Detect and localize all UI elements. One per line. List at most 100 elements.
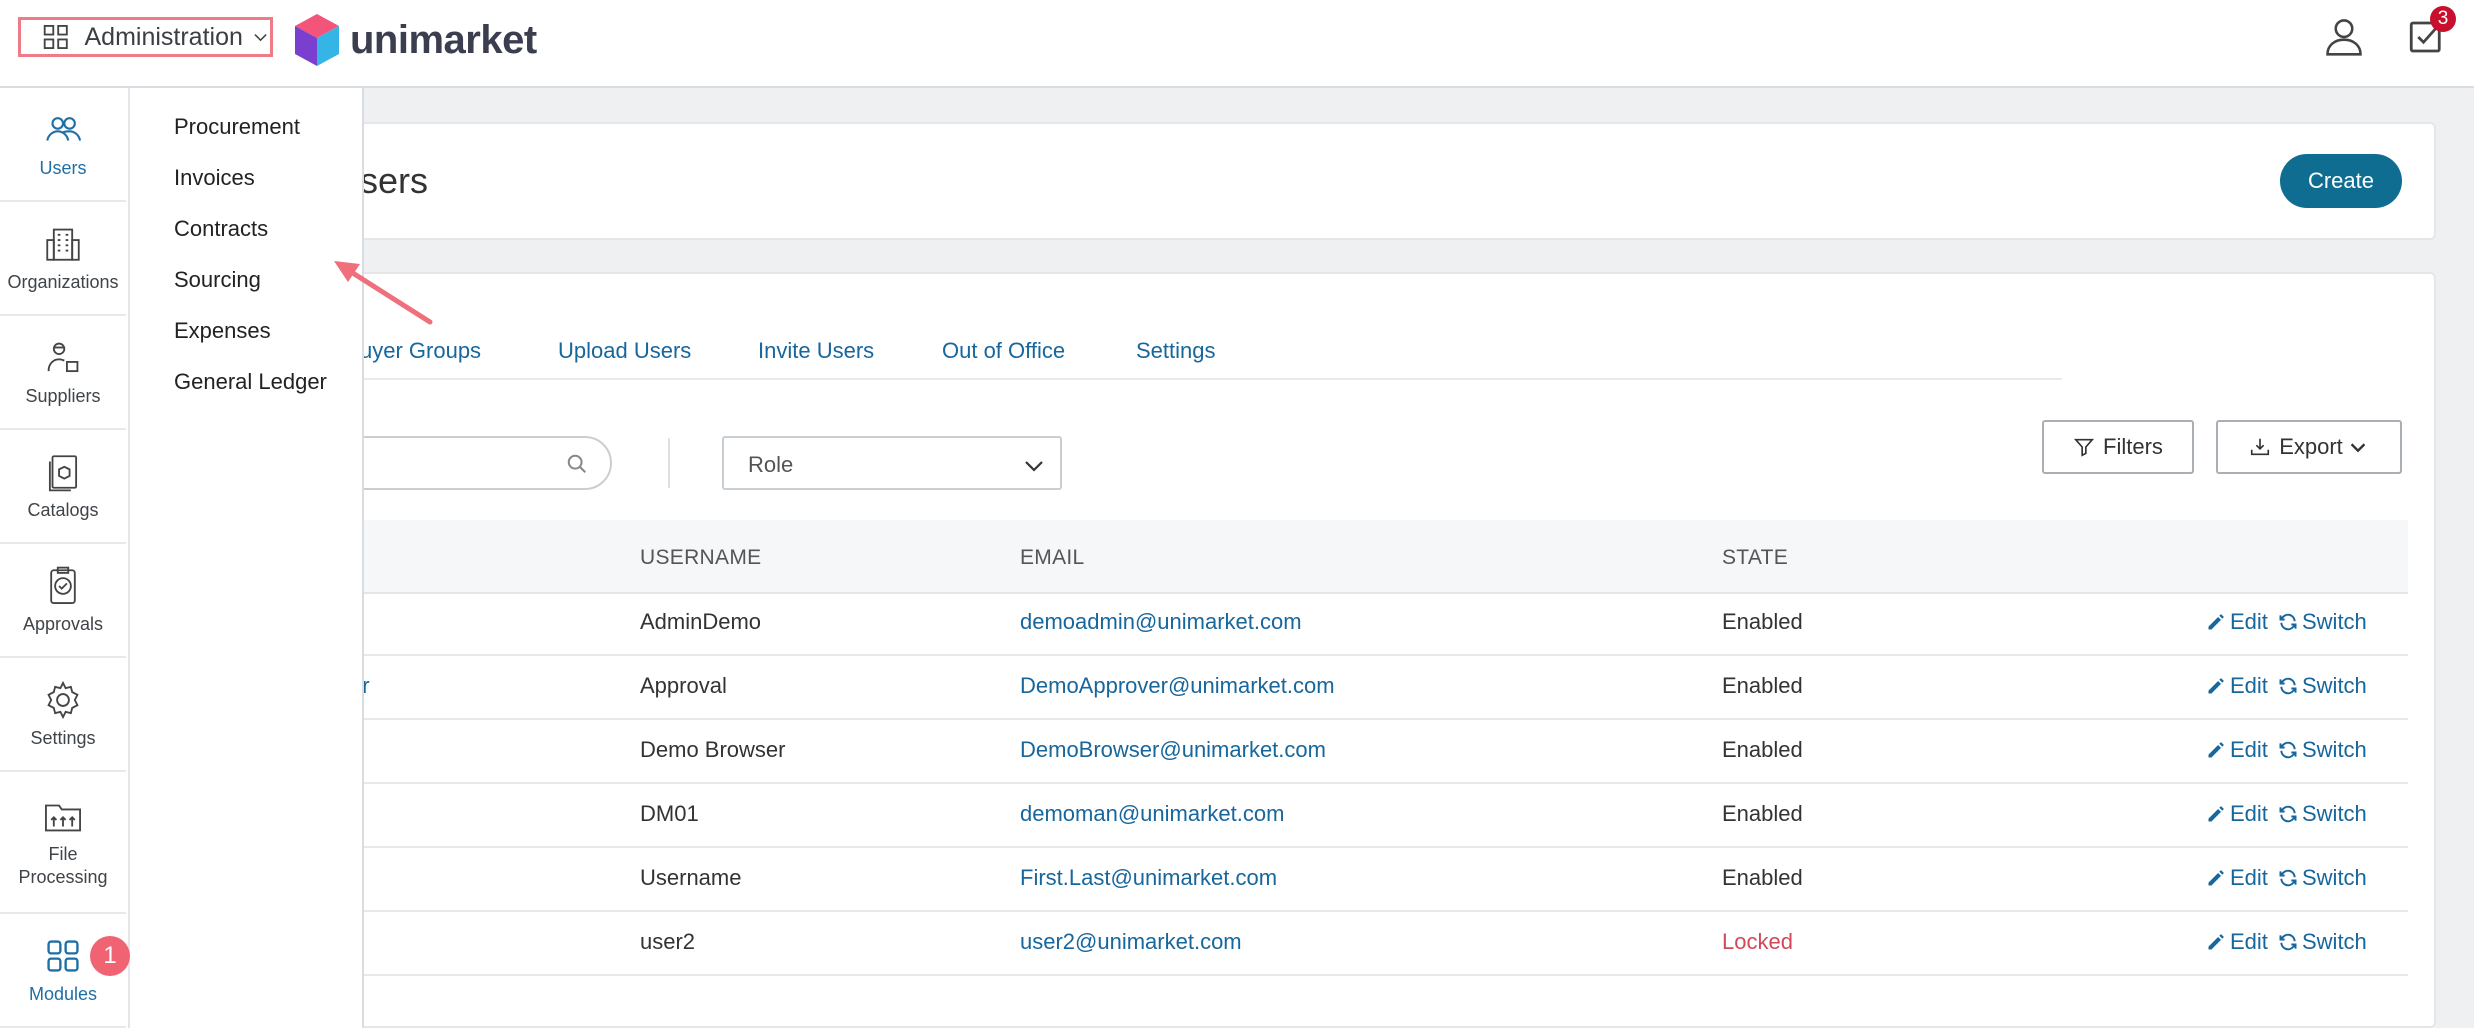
refresh-icon — [2279, 805, 2297, 823]
refresh-icon — [2279, 869, 2297, 887]
username-cell: Approval — [640, 673, 727, 698]
rail-item-organizations[interactable]: Organizations — [0, 202, 126, 316]
edit-label: Edit — [2230, 801, 2268, 826]
email-link[interactable]: First.Last@unimarket.com — [1020, 865, 1277, 891]
email-link[interactable]: demoman@unimarket.com — [1020, 801, 1284, 827]
building-icon — [46, 228, 80, 261]
email-link[interactable]: user2@unimarket.com — [1020, 929, 1242, 955]
rail-item-approvals[interactable]: Approvals — [0, 544, 126, 658]
rail-item-suppliers[interactable]: Suppliers — [0, 316, 126, 430]
module-menu: Procurement Invoices Contracts Sourcing … — [130, 88, 364, 1028]
state-cell: Enabled — [1722, 737, 1803, 762]
table-row: AdminDemo demoadmin@unimarket.com Enable… — [302, 592, 2408, 656]
edit-button[interactable]: Edit — [2206, 801, 2268, 827]
switch-user-button[interactable]: Switch — [2278, 673, 2367, 699]
filters-button[interactable]: Filters — [2042, 420, 2194, 474]
chevron-down-icon — [1025, 461, 1043, 472]
pencil-icon — [2208, 678, 2224, 694]
page-header-card: sers Create — [300, 122, 2436, 240]
refresh-icon — [2279, 933, 2297, 951]
switch-user-button[interactable]: Switch — [2278, 929, 2367, 955]
tab-upload-users[interactable]: Upload Users — [558, 338, 691, 364]
role-select[interactable]: Role — [722, 436, 1062, 490]
switch-label: Switch — [2302, 865, 2367, 890]
rail-label: Catalogs — [27, 499, 99, 520]
switch-user-button[interactable]: Switch — [2278, 737, 2367, 763]
column-header-state[interactable]: STATE — [1722, 546, 1788, 570]
email-link[interactable]: DemoApprover@unimarket.com — [1020, 673, 1335, 699]
catalog-icon — [48, 454, 78, 491]
tab-settings[interactable]: Settings — [1136, 338, 1216, 364]
pencil-icon — [2208, 870, 2224, 886]
filters-button-label: Filters — [2103, 434, 2163, 459]
rail-label: File Processing — [18, 844, 108, 887]
switch-user-button[interactable]: Switch — [2278, 609, 2367, 635]
switch-user-button[interactable]: Switch — [2278, 801, 2367, 827]
edit-label: Edit — [2230, 865, 2268, 890]
export-button-label: Export — [2279, 434, 2343, 459]
supplier-icon — [47, 342, 79, 372]
step-marker-badge: 1 — [90, 936, 130, 976]
edit-label: Edit — [2230, 673, 2268, 698]
edit-button[interactable]: Edit — [2206, 865, 2268, 891]
edit-button[interactable]: Edit — [2206, 929, 2268, 955]
search-input[interactable] — [330, 436, 612, 490]
module-switcher-label: Administration — [84, 22, 243, 51]
pointer-arrow-icon — [334, 261, 433, 325]
edit-button[interactable]: Edit — [2206, 609, 2268, 635]
user-profile-icon[interactable] — [2322, 14, 2366, 58]
edit-button[interactable]: Edit — [2206, 673, 2268, 699]
tab-bar: uyer Groups Upload Users Invite Users Ou… — [302, 338, 2062, 380]
refresh-icon — [2279, 613, 2297, 631]
export-button[interactable]: Export — [2216, 420, 2402, 474]
switch-label: Switch — [2302, 929, 2367, 954]
switch-user-button[interactable]: Switch — [2278, 865, 2367, 891]
switch-label: Switch — [2302, 609, 2367, 634]
rail-label: Approvals — [22, 613, 104, 634]
module-switcher[interactable]: Administration — [18, 17, 273, 57]
switch-label: Switch — [2302, 673, 2367, 698]
email-link[interactable]: DemoBrowser@unimarket.com — [1020, 737, 1326, 763]
tab-invite-users[interactable]: Invite Users — [758, 338, 874, 364]
rail-item-catalogs[interactable]: Catalogs — [0, 430, 126, 544]
module-item-expenses[interactable]: Expenses — [174, 318, 271, 344]
filter-icon — [2073, 438, 2095, 457]
column-header-email[interactable]: EMAIL — [1020, 546, 1085, 570]
users-icon — [46, 116, 82, 141]
chevron-down-icon — [2350, 443, 2366, 453]
users-list-card: uyer Groups Upload Users Invite Users Ou… — [300, 272, 2436, 1028]
module-item-contracts[interactable]: Contracts — [174, 216, 268, 242]
module-item-procurement[interactable]: Procurement — [174, 114, 300, 140]
username-cell: Demo Browser — [640, 737, 786, 762]
column-header-username[interactable]: USERNAME — [640, 546, 761, 570]
refresh-icon — [2279, 677, 2297, 695]
rail-item-file-processing[interactable]: File Processing — [0, 772, 126, 914]
state-cell: Enabled — [1722, 801, 1803, 826]
brand-logo[interactable]: unimarket — [292, 12, 537, 68]
edit-button[interactable]: Edit — [2206, 737, 2268, 763]
chevron-down-icon — [254, 34, 267, 42]
tab-buyer-groups[interactable]: uyer Groups — [360, 338, 481, 364]
rail-item-settings[interactable]: Settings — [0, 658, 126, 772]
left-nav-rail: Users Organizations Suppliers Catalogs A… — [0, 88, 130, 1028]
state-cell: Enabled — [1722, 609, 1803, 634]
pencil-icon — [2208, 806, 2224, 822]
table-row: r DM01 demoman@unimarket.com Enabled Edi… — [302, 784, 2408, 848]
module-item-invoices[interactable]: Invoices — [174, 165, 255, 191]
rail-label: Organizations — [7, 271, 119, 292]
unimarket-logo-icon — [295, 14, 339, 66]
module-item-sourcing[interactable]: Sourcing — [174, 267, 261, 293]
create-button[interactable]: Create — [2280, 154, 2402, 208]
state-cell: Enabled — [1722, 673, 1803, 698]
table-row: Username First.Last@unimarket.com Enable… — [302, 848, 2408, 912]
edit-label: Edit — [2230, 929, 2268, 954]
email-link[interactable]: demoadmin@unimarket.com — [1020, 609, 1302, 635]
rail-item-users[interactable]: Users — [0, 88, 126, 202]
tab-out-of-office[interactable]: Out of Office — [942, 338, 1065, 364]
pencil-icon — [2208, 934, 2224, 950]
rail-label: Suppliers — [25, 385, 101, 406]
username-cell: AdminDemo — [640, 609, 762, 634]
module-item-general-ledger[interactable]: General Ledger — [174, 369, 327, 395]
pencil-icon — [2208, 614, 2224, 630]
rail-label: Settings — [30, 727, 96, 748]
